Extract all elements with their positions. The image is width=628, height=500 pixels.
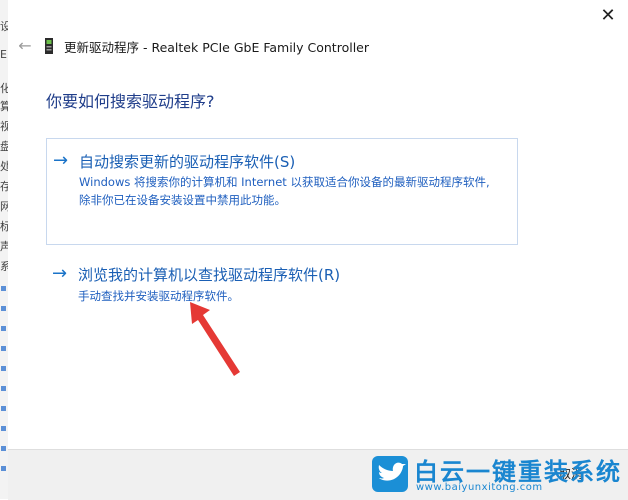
background-list-icon — [1, 326, 6, 331]
right-arrow-icon: → — [53, 150, 69, 171]
network-adapter-icon — [45, 38, 53, 54]
watermark: 白云一键重装系统 www.baiyunxitong.com — [366, 452, 622, 496]
browse-computer-title: 浏览我的计算机以查找驱动程序软件(R) — [78, 266, 341, 284]
back-arrow-icon: ← — [18, 36, 32, 55]
background-text: 算 — [0, 100, 8, 113]
red-pointer-arrow-icon — [190, 302, 240, 376]
background-text: 化 — [0, 82, 8, 95]
background-list-icon — [1, 466, 6, 471]
background-list-icon — [1, 406, 6, 411]
background-list-icon — [1, 346, 6, 351]
watermark-url: www.baiyunxitong.com — [416, 482, 543, 493]
background-list-icon — [1, 446, 6, 451]
background-list-icon — [1, 306, 6, 311]
background-text: 存 — [0, 180, 8, 193]
update-driver-dialog: ✕ ← 更新驱动程序 - Realtek PCIe GbE Family Con… — [8, 0, 628, 500]
dialog-title: 更新驱动程序 - Realtek PCIe GbE Family Control… — [64, 40, 369, 55]
auto-search-option[interactable]: → 自动搜索更新的驱动程序软件(S) Windows 将搜索你的计算机和 Int… — [46, 138, 518, 245]
browse-computer-option[interactable]: → 浏览我的计算机以查找驱动程序软件(R) 手动查找并安装驱动程序软件。 — [46, 258, 518, 318]
background-text: 盘 — [0, 140, 8, 153]
bird-logo-icon — [372, 456, 408, 492]
close-icon: ✕ — [600, 5, 616, 26]
background-text: E — [0, 48, 7, 61]
background-text: 系 — [0, 260, 8, 273]
auto-search-description: Windows 将搜索你的计算机和 Internet 以获取适合你设备的最新驱动… — [79, 175, 490, 207]
background-text: 声 — [0, 240, 8, 253]
background-list-icon — [1, 366, 6, 371]
background-list-icon — [1, 386, 6, 391]
back-button[interactable]: ← — [16, 36, 34, 56]
background-text: 标 — [0, 220, 8, 233]
browse-computer-description: 手动查找并安装驱动程序软件。 — [78, 289, 239, 303]
right-arrow-icon: → — [52, 263, 68, 284]
background-text: 网 — [0, 200, 8, 213]
search-method-question: 你要如何搜索驱动程序? — [46, 92, 215, 111]
close-button[interactable]: ✕ — [598, 6, 618, 26]
background-list-icon — [1, 426, 6, 431]
background-list-icon — [1, 286, 6, 291]
auto-search-title: 自动搜索更新的驱动程序软件(S) — [79, 153, 296, 171]
background-text: 设 — [0, 20, 8, 33]
background-text: 视 — [0, 120, 8, 133]
background-text: 处 — [0, 160, 8, 173]
